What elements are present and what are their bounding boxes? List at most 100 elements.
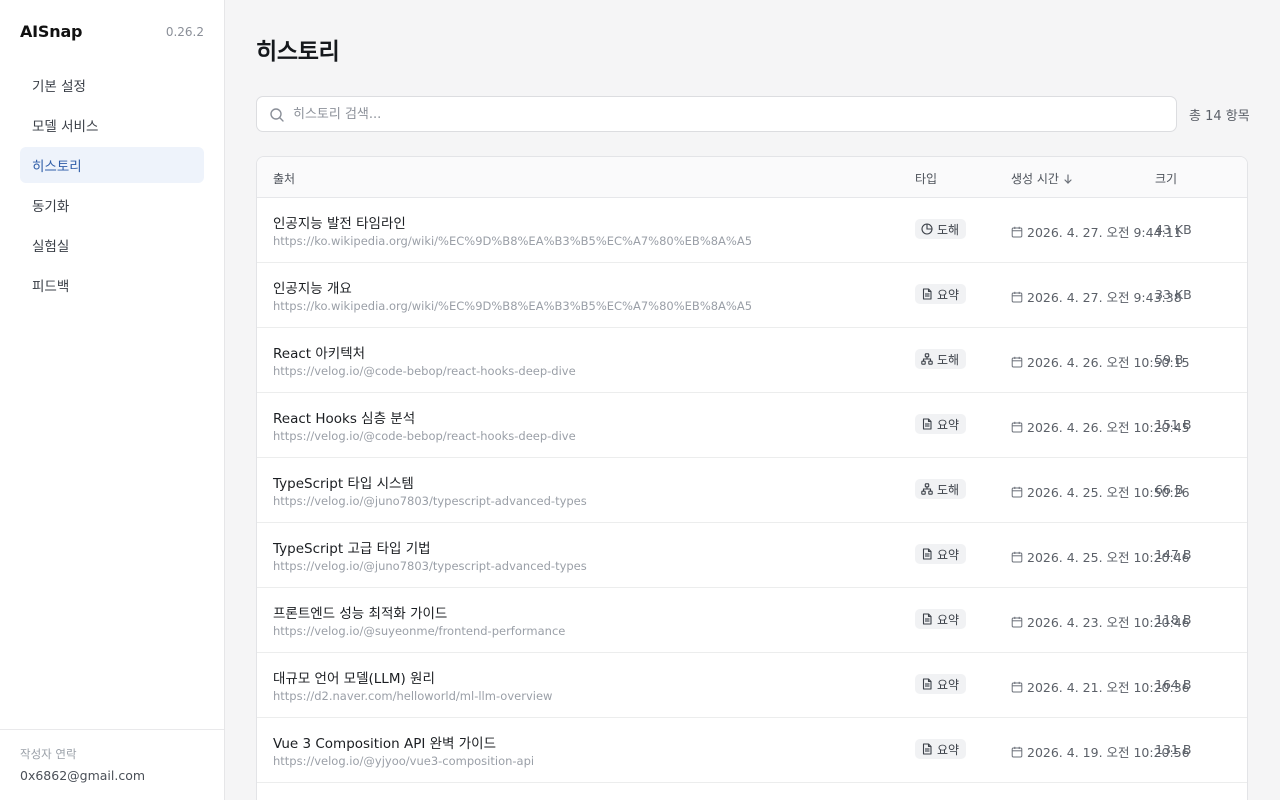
calendar-icon: [1011, 356, 1023, 367]
row-url[interactable]: https://velog.io/@juno7803/typescript-ad…: [273, 559, 587, 573]
table-row[interactable]: React 아키텍처 https://velog.io/@code-bebop/r…: [257, 328, 1247, 393]
row-title: 인공지능 개요: [273, 281, 352, 297]
pie-chart-icon: [921, 223, 933, 235]
type-label: 요약: [937, 677, 960, 692]
calendar-icon: [1011, 291, 1023, 302]
type-badge: 요약: [915, 674, 967, 694]
sidebar-item-label: 피드백: [32, 279, 70, 295]
row-title: Vue 3 Composition API 완벽 가이드: [273, 736, 496, 752]
table-row[interactable]: 인공지능 발전 타임라인 https://ko.wikipedia.org/wik…: [257, 198, 1247, 263]
row-title: TypeScript 고급 타입 기법: [273, 541, 431, 557]
row-url[interactable]: https://d2.naver.com/helloworld/ml-llm-o…: [273, 689, 552, 703]
header-time-label: 생성 시간: [1011, 172, 1059, 186]
hierarchy-icon: [921, 353, 933, 365]
contact-label: 작성자 연락: [20, 747, 77, 761]
type-badge: 도해: [915, 479, 967, 499]
document-icon: [922, 548, 932, 560]
hierarchy-icon: [921, 483, 933, 495]
search-input[interactable]: [293, 97, 1163, 131]
row-url[interactable]: https://velog.io/@code-bebop/react-hooks…: [273, 364, 576, 378]
app-version: 0.26.2: [165, 25, 204, 39]
calendar-icon: [1011, 486, 1023, 497]
sort-down-icon: [1064, 173, 1072, 184]
calendar-icon: [1011, 226, 1023, 237]
document-icon: [922, 743, 932, 755]
sidebar-item-label: 기본 설정: [32, 79, 86, 95]
table-row[interactable]: 대규모 언어 모델(LLM) 원리 https://d2.naver.com/he…: [257, 653, 1247, 718]
contact-email[interactable]: 0x6862@gmail.com: [20, 768, 204, 783]
row-title: 프론트엔드 성능 최적화 가이드: [273, 606, 448, 622]
page-title: 히스토리: [256, 39, 340, 65]
row-title: React Hooks 심층 분석: [273, 411, 416, 427]
size-value: 164 B: [1155, 677, 1192, 692]
header-size: 크기: [1155, 172, 1178, 186]
document-icon: [922, 613, 932, 625]
sidebar-footer: 작성자 연락 0x6862@gmail.com: [0, 729, 224, 800]
sidebar-item-5[interactable]: 피드백: [20, 267, 204, 303]
table-row[interactable]: Vue 3 Composition API 완벽 가이드 https://velo…: [257, 718, 1247, 783]
history-table: 출처 타입 생성 시간 크기 인공지능 발전 타임라인 https://ko.wi…: [256, 156, 1248, 800]
size-value: 66 B: [1155, 482, 1184, 497]
type-badge: 요약: [915, 544, 967, 564]
document-icon: [922, 288, 932, 300]
size-value: 43 KB: [1155, 222, 1192, 237]
type-label: 요약: [937, 287, 960, 302]
type-label: 도해: [937, 222, 960, 237]
row-title: 대규모 언어 모델(LLM) 원리: [273, 671, 435, 687]
type-label: 요약: [937, 547, 960, 562]
table-header: 출처 타입 생성 시간 크기: [257, 157, 1247, 198]
table-row[interactable]: TypeScript 타입 시스템 https://velog.io/@juno7…: [257, 458, 1247, 523]
sidebar-item-label: 동기화: [32, 199, 70, 215]
table-row[interactable]: 인공지능 개요 https://ko.wikipedia.org/wiki/%EC…: [257, 263, 1247, 328]
row-url[interactable]: https://velog.io/@suyeonme/frontend-perf…: [273, 624, 565, 638]
size-value: 131 B: [1155, 742, 1192, 757]
type-label: 요약: [937, 742, 960, 757]
size-value: 147 B: [1155, 547, 1192, 562]
type-label: 도해: [937, 482, 960, 497]
brand-row: AISnap 0.26.2: [20, 22, 204, 42]
header-source: 출처: [273, 172, 296, 186]
app-name: AISnap: [20, 22, 83, 41]
type-badge: 요약: [915, 414, 967, 434]
table-row[interactable]: TypeScript 고급 타입 기법 https://velog.io/@jun…: [257, 523, 1247, 588]
total-count: 총 14 항목: [1189, 109, 1250, 124]
type-badge: 요약: [915, 739, 967, 759]
type-label: 도해: [937, 352, 960, 367]
type-badge: 요약: [915, 284, 967, 304]
sidebar-item-label: 히스토리: [32, 159, 82, 175]
calendar-icon: [1011, 681, 1023, 692]
calendar-icon: [1011, 616, 1023, 627]
type-label: 요약: [937, 417, 960, 432]
table-row[interactable]: React Hooks 심층 분석 https://velog.io/@code-…: [257, 393, 1247, 458]
sidebar-item-1[interactable]: 모델 서비스: [20, 107, 204, 143]
size-value: 59 B: [1155, 352, 1184, 367]
row-title: TypeScript 타입 시스템: [273, 476, 414, 492]
calendar-icon: [1011, 746, 1023, 757]
row-title: 인공지능 발전 타임라인: [273, 216, 406, 232]
row-title: React 아키텍처: [273, 346, 366, 362]
calendar-icon: [1011, 551, 1023, 562]
type-label: 요약: [937, 612, 960, 627]
type-badge: 요약: [915, 609, 967, 629]
sidebar-item-4[interactable]: 실험실: [20, 227, 204, 263]
sidebar-item-label: 모델 서비스: [32, 119, 99, 135]
sidebar-item-2[interactable]: 히스토리: [20, 147, 204, 183]
header-time[interactable]: 생성 시간: [1011, 170, 1073, 187]
search-box[interactable]: [256, 96, 1177, 132]
type-badge: 도해: [915, 349, 967, 369]
table-body: 인공지능 발전 타임라인 https://ko.wikipedia.org/wik…: [257, 198, 1247, 783]
sidebar-item-0[interactable]: 기본 설정: [20, 67, 204, 103]
row-url[interactable]: https://velog.io/@code-bebop/react-hooks…: [273, 429, 576, 443]
row-url[interactable]: https://velog.io/@juno7803/typescript-ad…: [273, 494, 587, 508]
document-icon: [922, 418, 932, 430]
table-row[interactable]: 프론트엔드 성능 최적화 가이드 https://velog.io/@suyeon…: [257, 588, 1247, 653]
size-value: 151 B: [1155, 417, 1192, 432]
sidebar-nav: 기본 설정모델 서비스히스토리동기화실험실피드백: [20, 67, 204, 307]
header-type: 타입: [915, 172, 938, 186]
row-url[interactable]: https://velog.io/@yjyoo/vue3-composition…: [273, 754, 534, 768]
row-url[interactable]: https://ko.wikipedia.org/wiki/%EC%9D%B8%…: [273, 234, 752, 248]
sidebar-item-label: 실험실: [32, 239, 70, 255]
sidebar-item-3[interactable]: 동기화: [20, 187, 204, 223]
row-url[interactable]: https://ko.wikipedia.org/wiki/%EC%9D%B8%…: [273, 299, 752, 313]
size-value: 33 KB: [1155, 287, 1192, 302]
